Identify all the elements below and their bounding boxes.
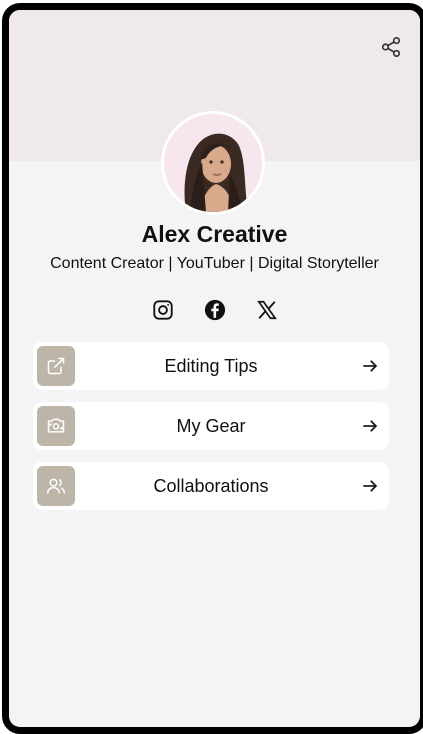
profile-name: Alex Creative [141, 221, 288, 247]
facebook-icon [204, 299, 225, 321]
instagram-button[interactable] [148, 295, 178, 325]
link-list: Editing Tips My Gear Collaborations [33, 342, 389, 522]
arrow-right-icon [363, 420, 378, 432]
link-label: My Gear [176, 416, 246, 436]
x-button[interactable] [252, 295, 282, 325]
facebook-button[interactable] [200, 295, 230, 325]
link-label: Editing Tips [164, 356, 258, 376]
social-links [9, 295, 420, 325]
avatar-photo [164, 114, 262, 212]
arrow-right-icon [363, 480, 378, 492]
avatar [161, 111, 265, 215]
arrow-right-icon [363, 360, 378, 372]
profile-tagline: Content Creator | YouTuber | Digital Sto… [50, 255, 379, 272]
link-editing-tips[interactable]: Editing Tips [33, 342, 389, 390]
share-button[interactable] [380, 36, 402, 58]
link-my-gear[interactable]: My Gear [33, 402, 389, 450]
link-collaborations[interactable]: Collaborations [33, 462, 389, 510]
link-label: Collaborations [153, 476, 269, 496]
share-icon [381, 37, 401, 57]
instagram-icon [152, 300, 173, 320]
phone-frame: Alex Creative Content Creator | YouTuber… [2, 3, 423, 734]
x-icon [256, 300, 277, 320]
